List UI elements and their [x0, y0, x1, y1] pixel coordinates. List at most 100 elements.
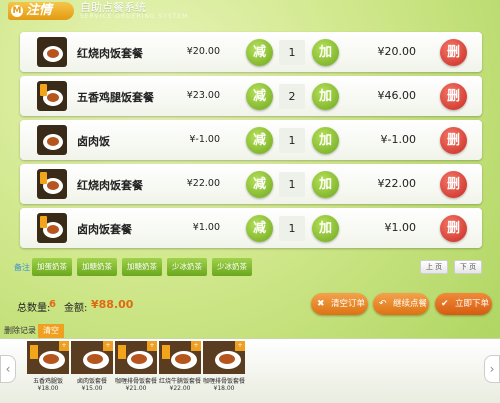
logo-text: 注情: [26, 3, 53, 18]
quantity-value: 1: [279, 128, 305, 153]
decrease-button[interactable]: 减: [246, 215, 273, 242]
scroll-left-arrow-icon[interactable]: ‹: [0, 355, 16, 383]
dish-name: 卤肉饭套餐: [77, 223, 132, 236]
unit-price: ¥22.00: [186, 178, 220, 189]
increase-button[interactable]: 加: [312, 171, 339, 198]
order-list: 红烧肉饭套餐 ¥20.00 减 1 加 ¥20.00 删 五香鸡腿饭套餐 ¥23…: [20, 32, 482, 252]
amount-label: 金额:: [64, 303, 88, 314]
logo: M 注情: [8, 2, 74, 20]
note-tag[interactable]: 少冰奶茶: [167, 258, 207, 276]
history-dish-image: +: [71, 341, 113, 374]
order-row: 卤肉饭 ¥-1.00 减 1 加 ¥-1.00 删: [20, 120, 482, 160]
line-subtotal: ¥20.00: [377, 45, 417, 58]
increase-button[interactable]: 加: [312, 215, 339, 242]
line-subtotal: ¥22.00: [377, 177, 417, 190]
logo-mark: M: [11, 5, 23, 17]
history-dish-price: ¥21.00: [125, 385, 147, 392]
history-tab[interactable]: 删除记录: [0, 324, 40, 338]
place-order-label: 立即下单: [455, 299, 490, 309]
history-dish-name: 五香鸡腿饭: [32, 378, 63, 385]
delete-button[interactable]: 删: [440, 83, 467, 110]
history-dish-name: 红烧牛腩饭套餐: [159, 378, 201, 385]
delete-button[interactable]: 删: [440, 127, 467, 154]
quantity-value: 1: [279, 40, 305, 65]
continue-ordering-label: 继续点餐: [393, 299, 428, 309]
note-tag[interactable]: 少冰奶茶: [212, 258, 252, 276]
dish-name: 五香鸡腿饭套餐: [77, 91, 154, 104]
decrease-button[interactable]: 减: [246, 83, 273, 110]
unit-price: ¥-1.00: [189, 134, 220, 145]
history-dish-image: +: [27, 341, 69, 374]
history-item[interactable]: + 咖喱排骨饭套餐 ¥21.00: [115, 341, 157, 392]
delete-button[interactable]: 删: [440, 171, 467, 198]
history-item[interactable]: + 红烧牛腩饭套餐 ¥22.00: [159, 341, 201, 392]
total-amount: ¥88.00: [91, 298, 134, 311]
unit-price: ¥23.00: [186, 90, 220, 101]
scroll-right-arrow-icon[interactable]: ›: [484, 355, 500, 383]
history-dish-name: 咖喱排骨饭套餐: [115, 378, 157, 385]
history-dish-name: 咖喱排骨饭套餐: [203, 378, 245, 385]
delete-button[interactable]: 删: [440, 39, 467, 66]
total-count-label: 总数量:: [17, 303, 51, 314]
history-dish-price: ¥22.00: [169, 385, 191, 392]
brand-title: 自助点餐系统: [80, 1, 146, 14]
pager: 上 页 下 页: [414, 260, 482, 274]
history-items: + 五香鸡腿饭 ¥18.00 + 卤肉饭套餐 ¥15.00 + 咖喱排骨饭套餐 …: [27, 341, 247, 392]
order-row: 红烧肉饭套餐 ¥22.00 减 1 加 ¥22.00 删: [20, 164, 482, 204]
decrease-button[interactable]: 减: [246, 171, 273, 198]
order-row: 五香鸡腿饭套餐 ¥23.00 减 2 加 ¥46.00 删: [20, 76, 482, 116]
line-subtotal: ¥-1.00: [380, 133, 416, 146]
arrow-back-icon: ↶: [379, 299, 387, 309]
history-dish-price: ¥15.00: [81, 385, 103, 392]
dish-image: [37, 213, 67, 243]
unit-price: ¥20.00: [186, 46, 220, 57]
note-tag[interactable]: 加蛋奶茶: [32, 258, 72, 276]
note-tag[interactable]: 加糖奶茶: [77, 258, 117, 276]
next-page-button[interactable]: 下 页: [454, 260, 482, 274]
total-count: 6: [49, 299, 56, 310]
brand-subtitle: SERVICE ORDERING SYSTEM: [80, 13, 189, 20]
line-subtotal: ¥46.00: [377, 89, 417, 102]
dish-image: [37, 169, 67, 199]
dish-name: 红烧肉饭套餐: [77, 179, 143, 192]
notes-label: 备注: [14, 263, 30, 272]
history-dish-image: +: [159, 341, 201, 374]
place-order-button[interactable]: ✔ 立即下单: [435, 293, 492, 315]
increase-button[interactable]: 加: [312, 83, 339, 110]
history-dish-price: ¥18.00: [37, 385, 59, 392]
increase-button[interactable]: 加: [312, 127, 339, 154]
dish-image: [37, 81, 67, 111]
increase-button[interactable]: 加: [312, 39, 339, 66]
prev-page-button[interactable]: 上 页: [420, 260, 448, 274]
dish-name: 卤肉饭: [77, 135, 110, 148]
history-dish-name: 卤肉饭套餐: [76, 378, 107, 385]
continue-ordering-button[interactable]: ↶ 继续点餐: [373, 293, 429, 315]
dish-image: [37, 37, 67, 67]
unit-price: ¥1.00: [192, 222, 220, 233]
dish-image: [37, 125, 67, 155]
clear-order-button[interactable]: ✖ 清空订单: [311, 293, 368, 315]
history-clear-button[interactable]: 清空: [38, 324, 64, 338]
note-tag[interactable]: 加糖奶茶: [122, 258, 162, 276]
history-dish-price: ¥18.00: [213, 385, 235, 392]
quantity-value: 1: [279, 172, 305, 197]
delete-button[interactable]: 删: [440, 215, 467, 242]
decrease-button[interactable]: 减: [246, 127, 273, 154]
decrease-button[interactable]: 减: [246, 39, 273, 66]
history-item[interactable]: + 卤肉饭套餐 ¥15.00: [71, 341, 113, 392]
cart-icon: ✔: [441, 299, 449, 309]
line-subtotal: ¥1.00: [384, 221, 417, 234]
quantity-value: 2: [279, 84, 305, 109]
history-dish-image: +: [115, 341, 157, 374]
trash-icon: ✖: [317, 299, 325, 309]
dish-name: 红烧肉饭套餐: [77, 47, 143, 60]
notes-tags: 加蛋奶茶 加糖奶茶 加糖奶茶 少冰奶茶 少冰奶茶: [32, 258, 257, 276]
history-item[interactable]: + 咖喱排骨饭套餐 ¥18.00: [203, 341, 245, 392]
clear-order-label: 清空订单: [331, 299, 366, 309]
history-item[interactable]: + 五香鸡腿饭 ¥18.00: [27, 341, 69, 392]
app-header: M 注情 自助点餐系统 SERVICE ORDERING SYSTEM: [0, 0, 500, 22]
history-dish-image: +: [203, 341, 245, 374]
order-row: 红烧肉饭套餐 ¥20.00 减 1 加 ¥20.00 删: [20, 32, 482, 72]
order-row: 卤肉饭套餐 ¥1.00 减 1 加 ¥1.00 删: [20, 208, 482, 248]
quantity-value: 1: [279, 216, 305, 241]
